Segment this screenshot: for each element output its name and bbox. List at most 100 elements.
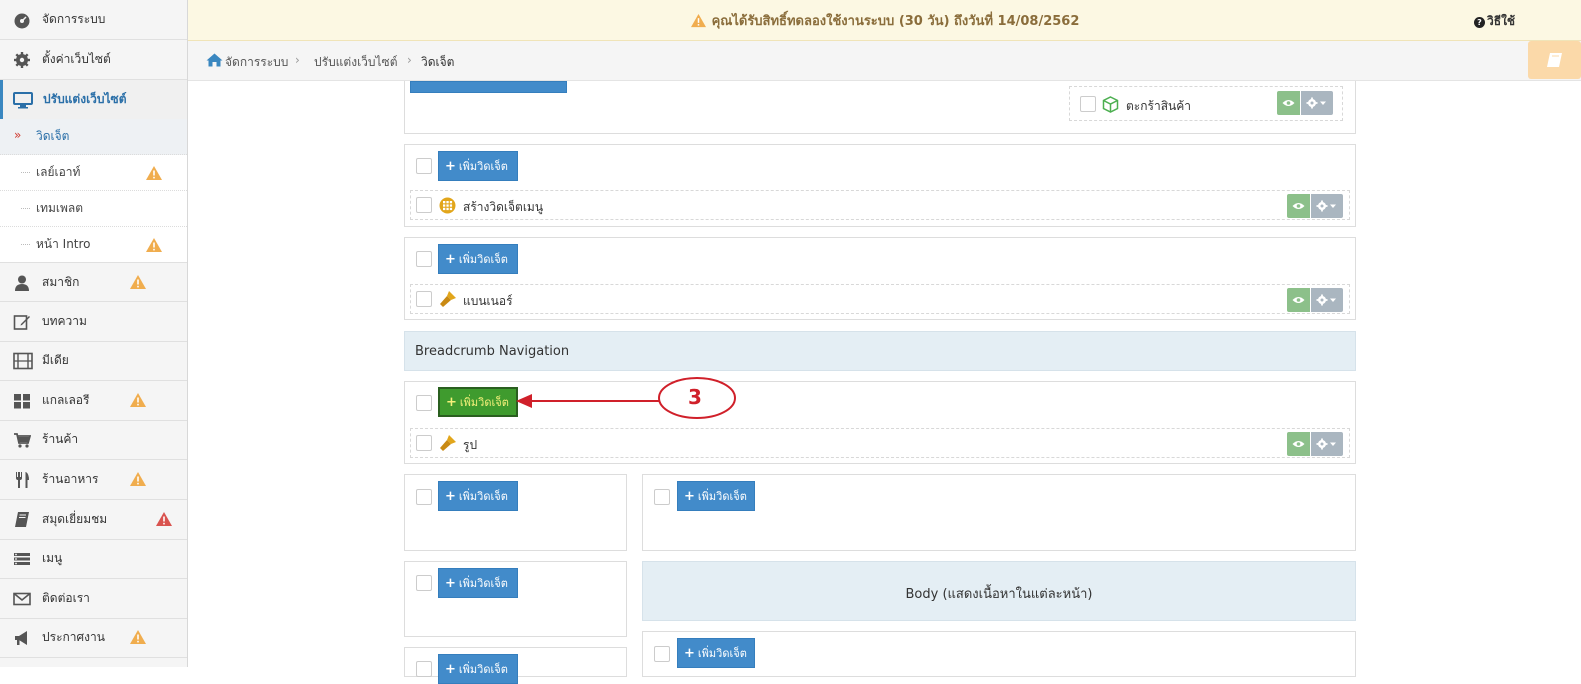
zone-checkbox[interactable] [654,646,670,662]
sidebar-item-guestbook[interactable]: สมุดเยี่ยมชม [0,500,187,540]
th-grid-icon [439,197,456,214]
add-widget-label: เพิ่มวิดเจ็ต [459,396,509,409]
widget-zone-box: + เพิ่มวิดเจ็ต [642,631,1356,677]
eye-icon [1292,203,1305,209]
gear-caret-icon [1306,97,1326,109]
add-widget-button[interactable]: + เพิ่มวิดเจ็ต [438,568,518,598]
breadcrumb-level2-link[interactable]: ปรับแต่งเว็บไซต์ [314,53,398,72]
plus-icon: + [445,488,456,504]
sidebar-label: ร้านค้า [42,432,79,446]
sidebar-item-announce[interactable]: ประกาศงาน [0,618,187,658]
widget-zone-box: + เพิ่มวิดเจ็ต แบนเนอร์ [404,237,1356,320]
widget-settings-dropdown[interactable] [1311,432,1343,456]
breadcrumb-home-link[interactable]: จัดการระบบ [225,53,288,72]
zone-heading-label: Body (แสดงเนื้อหาในแต่ละหน้า) [905,587,1093,602]
widget-zone-box: + เพิ่มวิดเจ็ต [642,474,1356,551]
widget-settings-dropdown[interactable] [1301,91,1333,115]
zone-checkbox[interactable] [416,575,432,591]
help-link[interactable]: ? วิธีใช้ [1474,12,1515,31]
widget-zone-box: + เพิ่มวิดเจ็ต [404,561,627,637]
widget-checkbox[interactable] [1080,96,1096,112]
breadcrumb: จัดการระบบ › ปรับแต่งเว็บไซต์ › วิดเจ็ต [188,41,1581,81]
add-widget-button[interactable]: + เพิ่มวิดเจ็ต [438,654,518,684]
widget-checkbox[interactable] [416,435,432,451]
sidebar-sub-widget[interactable]: » วิดเจ็ต [0,119,187,155]
add-widget-button[interactable]: + เพิ่มวิดเจ็ต [438,481,518,511]
add-widget-button[interactable]: + เพิ่มวิดเจ็ต [438,244,518,274]
widget-row: ตะกร้าสินค้า [1069,86,1343,121]
tree-line [21,208,30,209]
sidebar-label: บทความ [42,314,87,328]
warning-icon [130,393,146,407]
sidebar-item-members[interactable]: สมาชิก [0,262,187,302]
visibility-toggle-button[interactable] [1287,288,1310,312]
sidebar-sub-template[interactable]: เทมเพลต [0,191,187,227]
question-circle-icon: ? [1474,17,1485,28]
zone-checkbox[interactable] [416,489,432,505]
widget-settings-dropdown[interactable] [1311,288,1343,312]
annotation-number: 3 [688,385,702,409]
book-icon [1547,53,1562,67]
add-widget-label: เพิ่มวิดเจ็ต [458,160,508,173]
add-widget-button-highlighted[interactable]: + เพิ่มวิดเจ็ต [438,387,518,417]
widget-settings-dropdown[interactable] [1311,194,1343,218]
sidebar-sub-layout[interactable]: เลย์เอาท์ [0,155,187,191]
sidebar-item-contact[interactable]: ติดต่อเรา [0,579,187,619]
zone-checkbox[interactable] [654,489,670,505]
visibility-toggle-button[interactable] [1277,91,1300,115]
widget-label: สร้างวิดเจ็ตเมนู [463,200,544,214]
gear-icon [14,52,30,68]
widget-checkbox[interactable] [416,197,432,213]
sidebar-label: มีเดีย [42,353,69,367]
sidebar-item-media[interactable]: มีเดีย [0,341,187,381]
sidebar-item-settings[interactable]: ตั้งค่าเว็บไซต์ [0,40,187,80]
sidebar-item-articles[interactable]: บทความ [0,302,187,342]
add-widget-label: เพิ่มวิดเจ็ต [458,663,508,676]
gear-caret-icon [1316,294,1336,306]
plus-icon: + [445,251,456,267]
add-widget-button[interactable]: + เพิ่มวิดเจ็ต [677,638,755,668]
sidebar-label: จัดการระบบ [42,12,106,26]
warning-icon [146,166,162,180]
sidebar-sub-label: หน้า Intro [36,237,91,251]
add-widget-label: เพิ่มวิดเจ็ต [458,490,508,503]
cube-icon [1102,96,1119,113]
film-icon [13,352,33,370]
sidebar-item-menu[interactable]: เมนู [0,539,187,579]
plus-icon: + [446,394,457,410]
warning-icon [130,472,146,486]
sidebar-label: สมาชิก [42,274,80,289]
zone-checkbox[interactable] [416,661,432,677]
help-label: วิธีใช้ [1487,14,1516,28]
eye-icon [1292,441,1305,447]
brush-icon [440,435,456,451]
help-book-button[interactable] [1528,41,1581,79]
bullhorn-icon [15,631,27,645]
brush-icon [440,291,456,307]
widget-zone-box: ตะกร้าสินค้า [404,81,1356,134]
sidebar-sub-intro[interactable]: หน้า Intro [0,227,187,263]
eye-icon [1282,100,1295,106]
widget-checkbox[interactable] [416,291,432,307]
sidebar-label: สมุดเยี่ยมชม [42,512,108,526]
sidebar-item-shop[interactable]: ร้านค้า [0,420,187,460]
zone-checkbox[interactable] [416,158,432,174]
trial-notice-bar: คุณได้รับสิทธิ์ทดลองใช้งานระบบ (30 วัน) … [188,0,1581,41]
sidebar-item-restaurant[interactable]: ร้านอาหาร [0,460,187,500]
sidebar-item-gallery[interactable]: แกลเลอรี [0,381,187,421]
home-icon[interactable] [206,53,223,67]
gear-caret-icon [1316,438,1336,450]
sidebar-item-customize[interactable]: ปรับแต่งเว็บไซต์ [0,80,187,120]
add-widget-button[interactable] [410,81,567,93]
visibility-toggle-button[interactable] [1287,194,1310,218]
breadcrumb-separator: › [407,53,412,67]
sidebar-sub-label: เทมเพลต [36,201,84,215]
visibility-toggle-button[interactable] [1287,432,1310,456]
sidebar-item-system[interactable]: จัดการระบบ [0,0,187,40]
add-widget-button[interactable]: + เพิ่มวิดเจ็ต [677,481,755,511]
breadcrumb-current: วิดเจ็ต [421,55,455,69]
zone-checkbox[interactable] [416,251,432,267]
annotation-arrow [516,377,736,419]
zone-checkbox[interactable] [416,395,432,411]
add-widget-button[interactable]: + เพิ่มวิดเจ็ต [438,151,518,181]
